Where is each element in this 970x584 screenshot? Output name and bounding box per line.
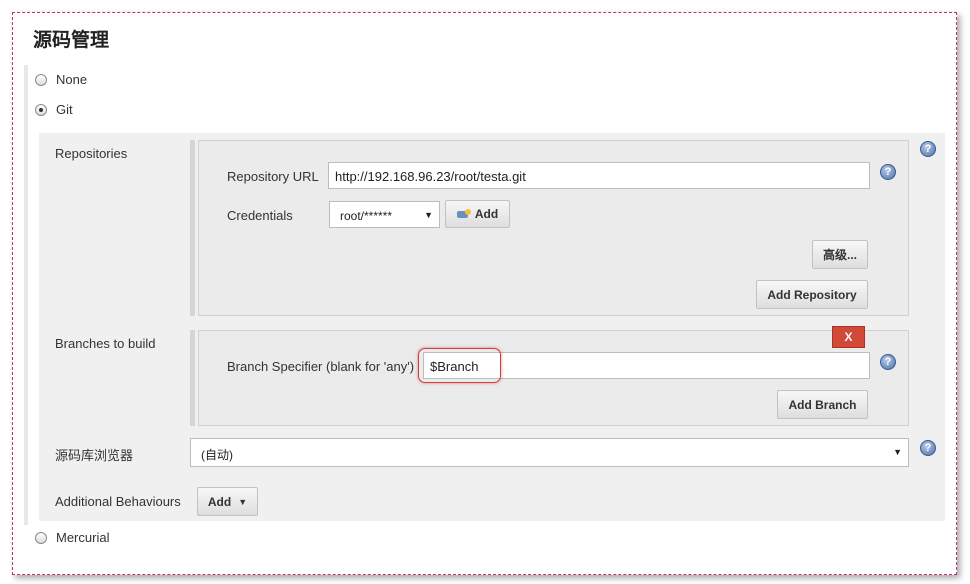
radio-git[interactable]	[35, 103, 47, 116]
branch-specifier-label: Branch Specifier (blank for 'any')	[227, 359, 415, 374]
repository-browser-select[interactable]: (自动) ▼	[190, 438, 909, 467]
scm-option-mercurial[interactable]: Mercurial	[35, 530, 109, 545]
radio-mercurial-label: Mercurial	[56, 530, 110, 545]
radio-mercurial[interactable]	[35, 531, 47, 544]
credentials-label: Credentials	[227, 208, 293, 223]
repositories-divider	[190, 140, 195, 316]
chevron-down-icon: ▼	[893, 447, 902, 457]
branches-label: Branches to build	[55, 336, 156, 351]
additional-behaviours-label: Additional Behaviours	[55, 494, 181, 509]
credentials-select[interactable]: root/****** ▼	[329, 201, 440, 228]
add-credentials-button[interactable]: Add	[445, 200, 510, 228]
radio-none-label: None	[56, 72, 88, 87]
add-credentials-label: Add	[474, 207, 499, 221]
add-branch-button[interactable]: Add Branch	[777, 390, 868, 419]
options-left-bar	[24, 65, 28, 525]
repository-url-input[interactable]: http://192.168.96.23/root/testa.git	[328, 162, 870, 189]
repositories-label: Repositories	[55, 146, 128, 161]
repository-browser-value: (自动)	[201, 448, 233, 462]
branches-divider	[190, 330, 195, 426]
repository-browser-label: 源码库浏览器	[55, 448, 134, 463]
help-icon[interactable]: ?	[880, 354, 896, 370]
credentials-value: root/******	[340, 209, 393, 223]
advanced-button[interactable]: 高级...	[812, 240, 868, 269]
scm-option-git[interactable]: Git	[35, 102, 73, 117]
radio-git-label: Git	[56, 102, 73, 117]
delete-branch-button[interactable]: X	[832, 326, 865, 348]
help-icon[interactable]: ?	[880, 164, 896, 180]
add-repository-button[interactable]: Add Repository	[756, 280, 868, 309]
chevron-down-icon: ▼	[238, 496, 248, 507]
scm-config-panel: 源码管理 None Git Repositories ? Repository …	[12, 12, 957, 575]
add-behaviour-button[interactable]: Add ▼	[197, 487, 258, 516]
branch-specifier-input[interactable]: $Branch	[423, 352, 870, 379]
help-icon[interactable]: ?	[920, 141, 936, 157]
credentials-add-icon	[456, 209, 471, 219]
section-title: 源码管理	[33, 30, 110, 51]
help-icon[interactable]: ?	[920, 440, 936, 456]
chevron-down-icon: ▼	[424, 210, 433, 220]
add-behaviour-label: Add	[207, 494, 232, 509]
repository-url-label: Repository URL	[227, 169, 319, 184]
radio-none[interactable]	[35, 73, 47, 86]
scm-option-none[interactable]: None	[35, 72, 87, 87]
